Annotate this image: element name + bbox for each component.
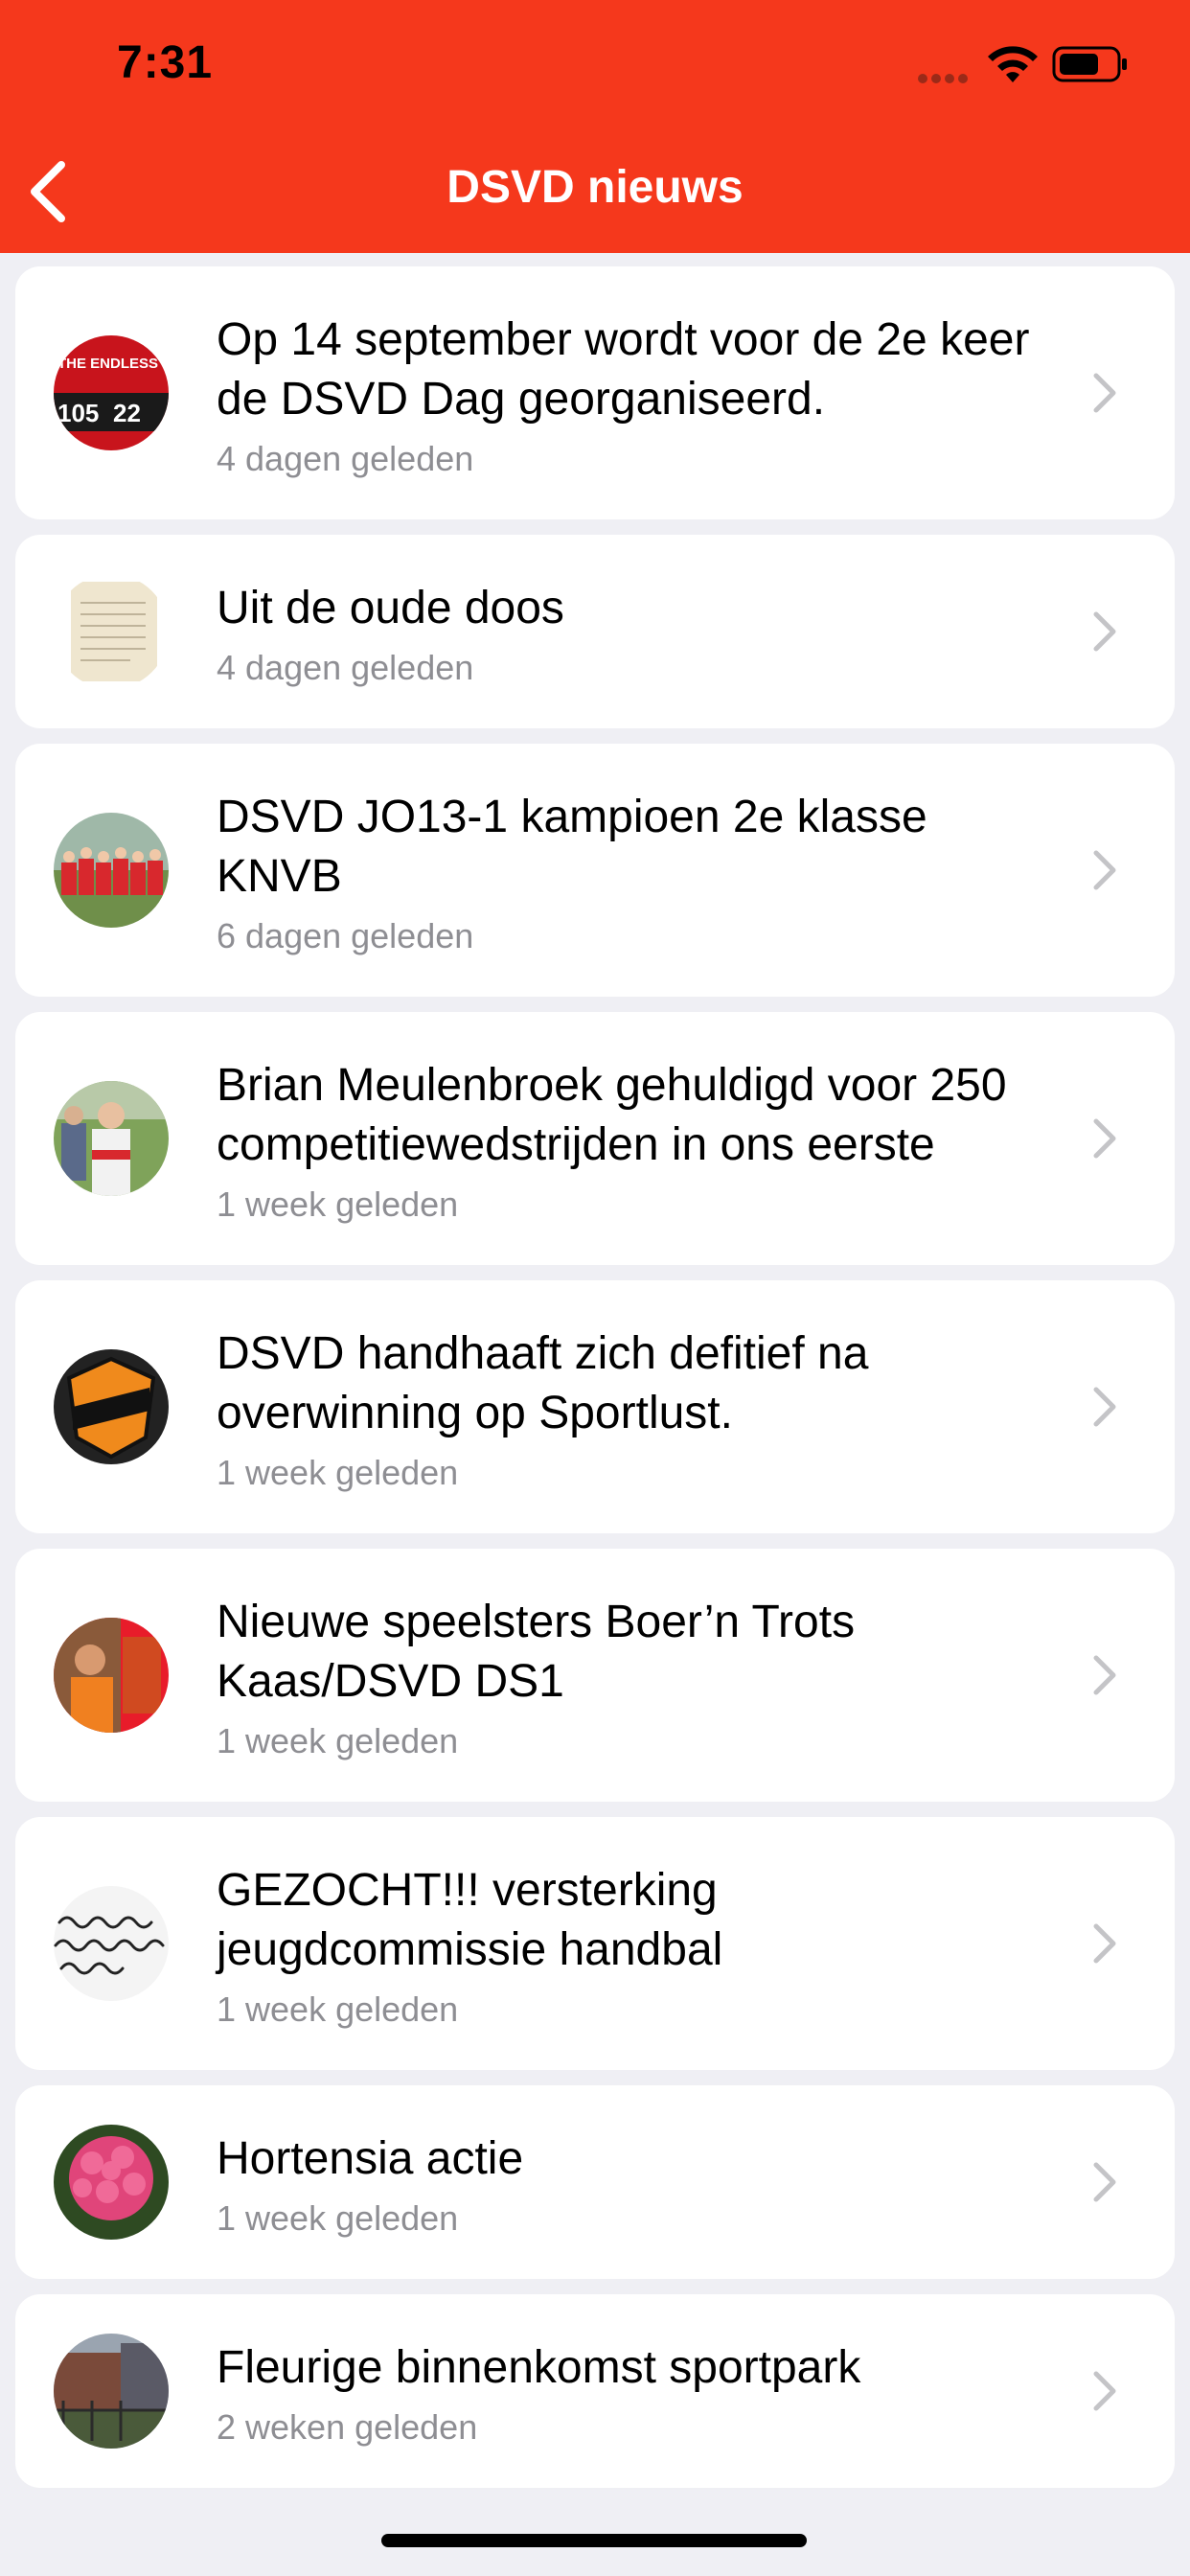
news-item[interactable]: DSVD handhaaft zich defitief na overwinn… [15,1280,1175,1533]
chevron-right-icon [1093,611,1116,652]
chevron-right-icon [1093,2162,1116,2202]
chevron-right-icon [1093,1655,1116,1695]
cellular-signal-icon [918,71,972,88]
news-list: THE ENDLESS C 105 22 Op 14 september wor… [15,266,1175,2503]
battery-icon [1052,46,1127,82]
news-time: 1 week geleden [217,1990,459,2029]
navigation-bar: 7:31 DSVD nieuws [0,0,1190,253]
status-time: 7:31 [117,37,214,88]
players-thumbnail [54,1618,169,1733]
news-title: Op 14 september wordt voor de 2e keer de… [217,314,1030,425]
chevron-right-icon [1093,850,1116,890]
news-time: 1 week geleden [217,1721,459,1760]
handwriting-thumbnail [54,1886,169,2001]
chevron-right-icon [1093,1118,1116,1159]
news-time: 1 week geleden [217,2198,459,2238]
news-title: Brian Meulenbroek gehuldigd voor 250 com… [217,1060,1007,1170]
news-item[interactable]: Fleurige binnenkomst sportpark 2 weken g… [15,2294,1175,2488]
news-time: 2 weken geleden [217,2407,478,2447]
news-title: DSVD handhaaft zich defitief na overwinn… [217,1328,869,1438]
news-item[interactable]: GEZOCHT!!! versterking jeugdcommissie ha… [15,1817,1175,2070]
page-title: DSVD nieuws [446,162,744,213]
scoreboard-banner-text: THE ENDLESS C [57,356,169,372]
news-item[interactable]: Brian Meulenbroek gehuldigd voor 250 com… [15,1012,1175,1265]
news-item[interactable]: THE ENDLESS C 105 22 Op 14 september wor… [15,266,1175,519]
wifi-icon [988,46,1038,82]
news-title: Fleurige binnenkomst sportpark [217,2342,861,2393]
chevron-right-icon [1093,373,1116,413]
news-title: Nieuwe speelsters Boer’n Trots Kaas/DSVD… [217,1597,856,1707]
chevron-right-icon [1093,1923,1116,1964]
team-photo-thumbnail [54,813,169,928]
chevron-right-icon [1093,2371,1116,2411]
news-title: Hortensia actie [217,2133,524,2184]
news-item[interactable]: Hortensia actie 1 week geleden [15,2085,1175,2279]
news-item[interactable]: DSVD JO13-1 kampioen 2e klasse KNVB 6 da… [15,744,1175,997]
sportpark-thumbnail [54,2334,169,2449]
old-document-thumbnail [54,574,169,689]
club-logo-thumbnail [54,1349,169,1464]
news-time: 4 dagen geleden [217,439,474,478]
news-title: GEZOCHT!!! versterking jeugdcommissie ha… [217,1865,723,1975]
news-title: DSVD JO13-1 kampioen 2e klasse KNVB [217,792,927,902]
news-time: 1 week geleden [217,1184,459,1224]
home-indicator[interactable] [381,2534,807,2547]
scoreboard-thumbnail: THE ENDLESS C 105 22 [54,335,169,450]
news-title: Uit de oude doos [217,583,564,633]
scoreboard-score-a: 105 [57,399,99,427]
chevron-right-icon [1093,1387,1116,1427]
news-time: 4 dagen geleden [217,648,474,687]
flower-thumbnail [54,2125,169,2240]
news-item[interactable]: Uit de oude doos 4 dagen geleden [15,535,1175,728]
news-item[interactable]: Nieuwe speelsters Boer’n Trots Kaas/DSVD… [15,1549,1175,1802]
news-time: 6 dagen geleden [217,916,474,955]
player-photo-thumbnail [54,1081,169,1196]
news-time: 1 week geleden [217,1453,459,1492]
scoreboard-score-b: 22 [113,399,141,427]
